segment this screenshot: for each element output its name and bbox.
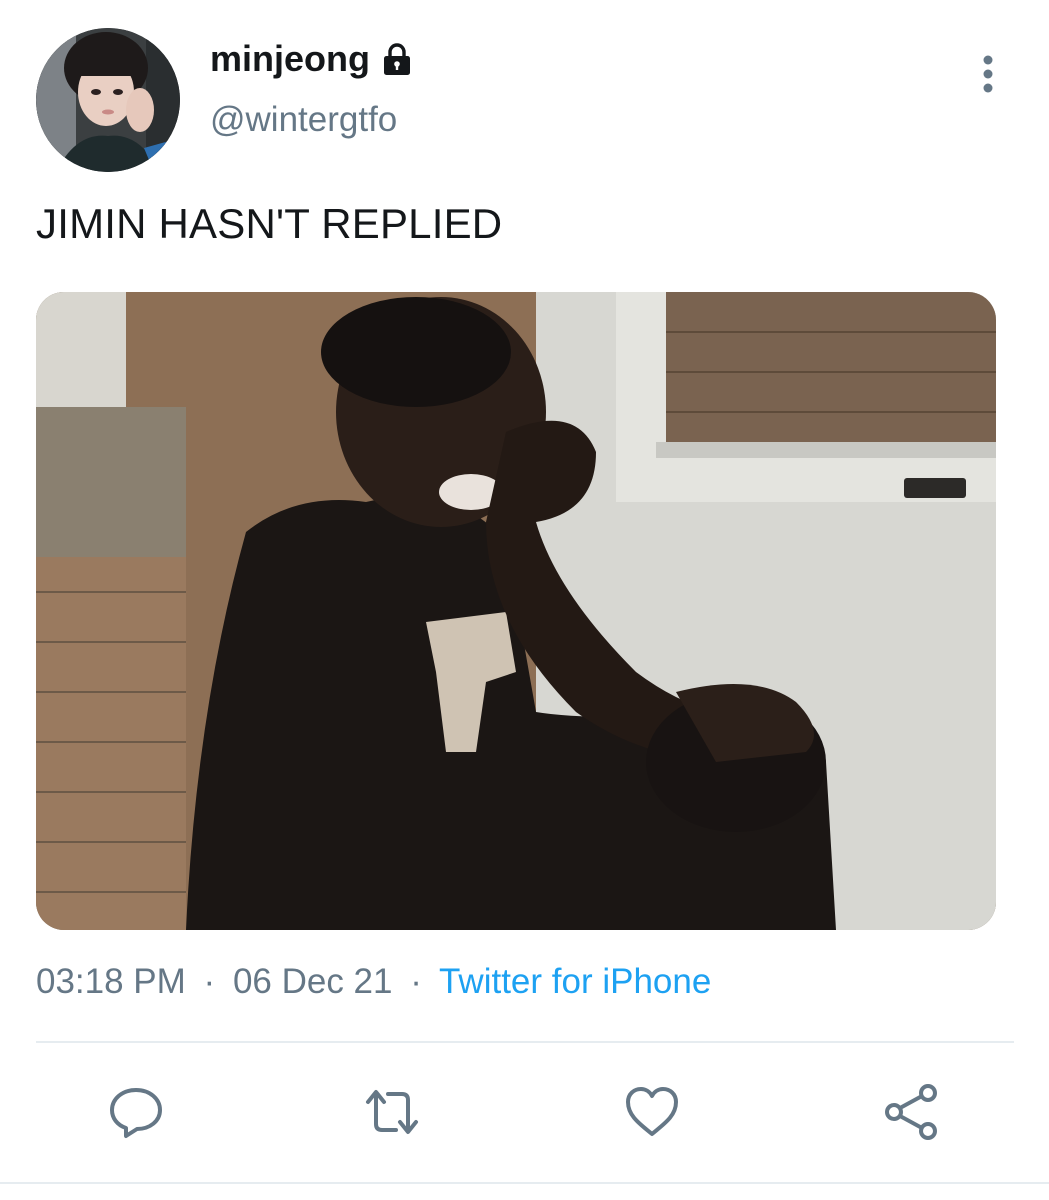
like-button[interactable] (620, 1080, 684, 1144)
tweet-source-link[interactable]: Twitter for iPhone (439, 962, 711, 1001)
share-button[interactable] (880, 1080, 944, 1144)
tweet-time[interactable]: 03:18 PM (36, 962, 186, 1001)
tweet-media-image[interactable] (36, 292, 996, 930)
heart-icon (626, 1087, 678, 1136)
retweet-icon (366, 1090, 418, 1134)
tweet-meta: 03:18 PM · 06 Dec 21 · Twitter for iPhon… (36, 962, 711, 1002)
avatar-image (36, 28, 180, 172)
user-handle[interactable]: @wintergtfo (210, 100, 397, 140)
divider (36, 1041, 1014, 1043)
avatar[interactable] (36, 28, 180, 172)
tweet-text: JIMIN HASN'T REPLIED (36, 200, 503, 247)
share-icon (885, 1084, 937, 1140)
display-name[interactable]: minjeong (210, 38, 414, 80)
meta-separator: · (410, 962, 422, 1001)
tweet-card: minjeong @wintergtfo JIMIN HASN'T REPLIE… (0, 0, 1049, 1200)
meme-photo (36, 292, 996, 930)
meta-separator: · (203, 962, 216, 1001)
lock-icon (380, 42, 414, 76)
reply-button[interactable] (104, 1080, 168, 1144)
more-vertical-icon[interactable] (968, 52, 1008, 96)
display-name-text: minjeong (210, 38, 370, 79)
divider (0, 1182, 1049, 1184)
tweet-date[interactable]: 06 Dec 21 (233, 962, 393, 1001)
retweet-button[interactable] (360, 1080, 424, 1144)
reply-icon (110, 1088, 162, 1138)
